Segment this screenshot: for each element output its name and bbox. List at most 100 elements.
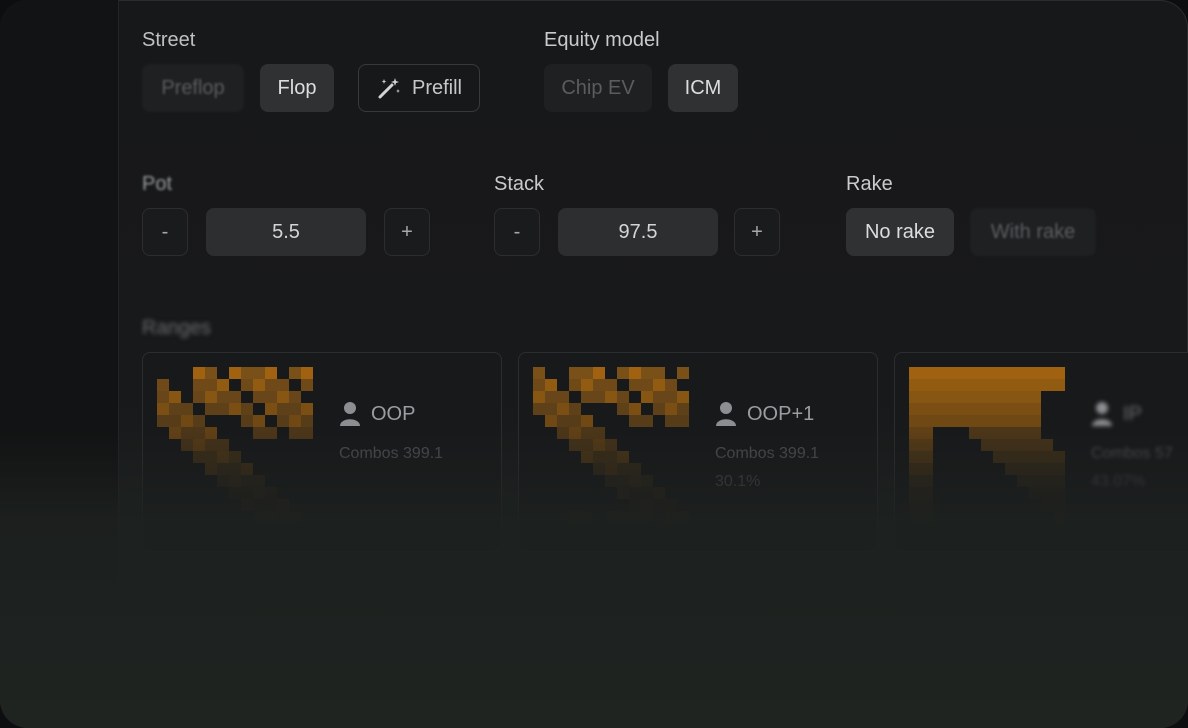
range-card-oop[interactable]: OOP Combos 399.1 (142, 352, 502, 552)
range-cell (1041, 499, 1053, 511)
range-cell (1053, 511, 1065, 523)
range-cell (921, 511, 933, 523)
range-cell (557, 391, 569, 403)
range-cell (921, 463, 933, 475)
street-label: Street (142, 29, 196, 51)
range-cell (957, 367, 969, 379)
range-cell (557, 403, 569, 415)
range-cell (921, 427, 933, 439)
range-cell (1053, 499, 1065, 511)
range-cell (617, 487, 629, 499)
range-cell (205, 391, 217, 403)
range-cell (181, 403, 193, 415)
range-cell (253, 367, 265, 379)
range-cell (193, 379, 205, 391)
range-cell (581, 451, 593, 463)
range-cell (909, 487, 921, 499)
range-cell (993, 427, 1005, 439)
range-cell (229, 475, 241, 487)
range-cell (169, 427, 181, 439)
range-cell (605, 439, 617, 451)
range-cell (253, 499, 265, 511)
range-cell (217, 379, 229, 391)
rake-no-rake-button[interactable]: No rake (846, 208, 954, 256)
range-cell (289, 367, 301, 379)
range-cell (253, 415, 265, 427)
range-cell (921, 451, 933, 463)
range-cell (241, 487, 253, 499)
range-cell (641, 391, 653, 403)
range-cell (1017, 391, 1029, 403)
range-cell (653, 499, 665, 511)
range-cell (665, 379, 677, 391)
range-card-combos: Combos 57 (1091, 445, 1173, 462)
range-cell (1053, 475, 1065, 487)
street-preflop-button[interactable]: Preflop (142, 64, 244, 112)
range-cell (1041, 463, 1053, 475)
range-cell (617, 463, 629, 475)
range-cell (581, 367, 593, 379)
range-cell (1029, 415, 1041, 427)
range-cell (957, 415, 969, 427)
range-grid[interactable] (909, 367, 1065, 523)
prefill-button[interactable]: Prefill (358, 64, 480, 112)
range-cell (253, 379, 265, 391)
range-cell (277, 391, 289, 403)
range-cell (157, 379, 169, 391)
range-cell (217, 451, 229, 463)
range-cell (909, 415, 921, 427)
range-grid[interactable] (533, 367, 689, 523)
range-cell (641, 415, 653, 427)
range-cell (301, 415, 313, 427)
range-cell (217, 463, 229, 475)
equity-icm-button[interactable]: ICM (668, 64, 738, 112)
range-cell (193, 415, 205, 427)
pot-increment-button[interactable]: + (384, 208, 430, 256)
range-cell (253, 487, 265, 499)
range-cell (921, 415, 933, 427)
stack-decrement-button[interactable]: - (494, 208, 540, 256)
range-cell (533, 367, 545, 379)
range-card-player: OOP+1 (715, 401, 814, 427)
range-cell (981, 403, 993, 415)
street-flop-button[interactable]: Flop (260, 64, 334, 112)
range-cell (253, 391, 265, 403)
range-cell (181, 415, 193, 427)
range-card-player: IP (1091, 401, 1142, 427)
range-cell (909, 451, 921, 463)
stack-increment-button[interactable]: + (734, 208, 780, 256)
range-cell (653, 391, 665, 403)
range-cell (629, 463, 641, 475)
range-cell (969, 367, 981, 379)
rake-with-rake-button[interactable]: With rake (970, 208, 1096, 256)
range-cell (1041, 439, 1053, 451)
range-cell (205, 463, 217, 475)
pot-decrement-button[interactable]: - (142, 208, 188, 256)
range-cell (1017, 403, 1029, 415)
range-cell (545, 379, 557, 391)
range-cell (957, 403, 969, 415)
range-cell (921, 403, 933, 415)
pot-input[interactable]: 5.5 (206, 208, 366, 256)
range-card-oop-plus-1[interactable]: OOP+1 Combos 399.1 30.1% (518, 352, 878, 552)
range-cell (205, 451, 217, 463)
range-cell (301, 427, 313, 439)
range-cell (653, 403, 665, 415)
range-cell (241, 403, 253, 415)
range-cell (629, 475, 641, 487)
range-cell (921, 391, 933, 403)
range-cell (945, 367, 957, 379)
range-card-ip[interactable]: IP Combos 57 43.07% (894, 352, 1188, 552)
range-grid[interactable] (157, 367, 313, 523)
range-cell (569, 427, 581, 439)
user-icon (1091, 401, 1113, 427)
stack-input[interactable]: 97.5 (558, 208, 718, 256)
range-cell (253, 475, 265, 487)
range-cell (665, 415, 677, 427)
range-cell (1029, 391, 1041, 403)
equity-chip-ev-button[interactable]: Chip EV (544, 64, 652, 112)
range-cell (641, 499, 653, 511)
range-cell (593, 463, 605, 475)
range-cell (981, 427, 993, 439)
range-cell (181, 427, 193, 439)
